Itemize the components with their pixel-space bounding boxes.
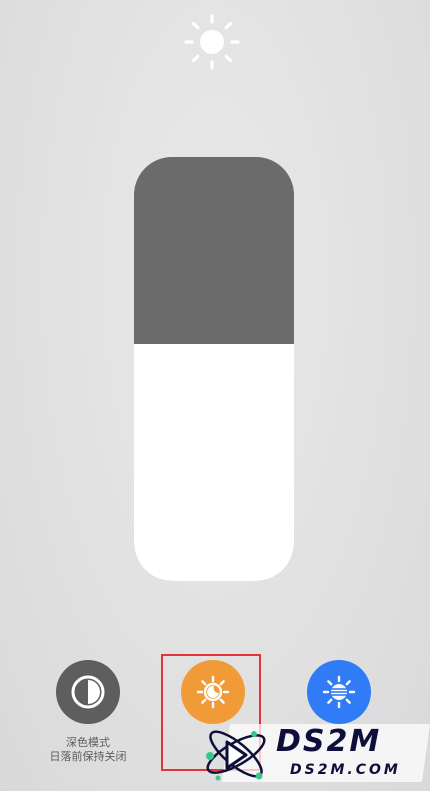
dark-mode-icon [71, 675, 105, 709]
true-tone-icon [322, 675, 356, 709]
dark-mode-subtitle: 日落前保持关闭 [49, 750, 127, 763]
atom-logo-icon [206, 730, 266, 781]
dark-mode-title: 深色模式 [66, 736, 110, 749]
true-tone-button[interactable] [307, 660, 371, 724]
watermark: DS2M DS2M.COM [196, 718, 430, 788]
brightness-slider[interactable] [134, 157, 294, 581]
watermark-text: DS2M [276, 724, 382, 759]
watermark-subtext: DS2M.COM [290, 762, 401, 778]
sun-icon [182, 12, 242, 72]
dark-mode-button[interactable] [56, 660, 120, 724]
brightness-level-fill [134, 343, 294, 581]
